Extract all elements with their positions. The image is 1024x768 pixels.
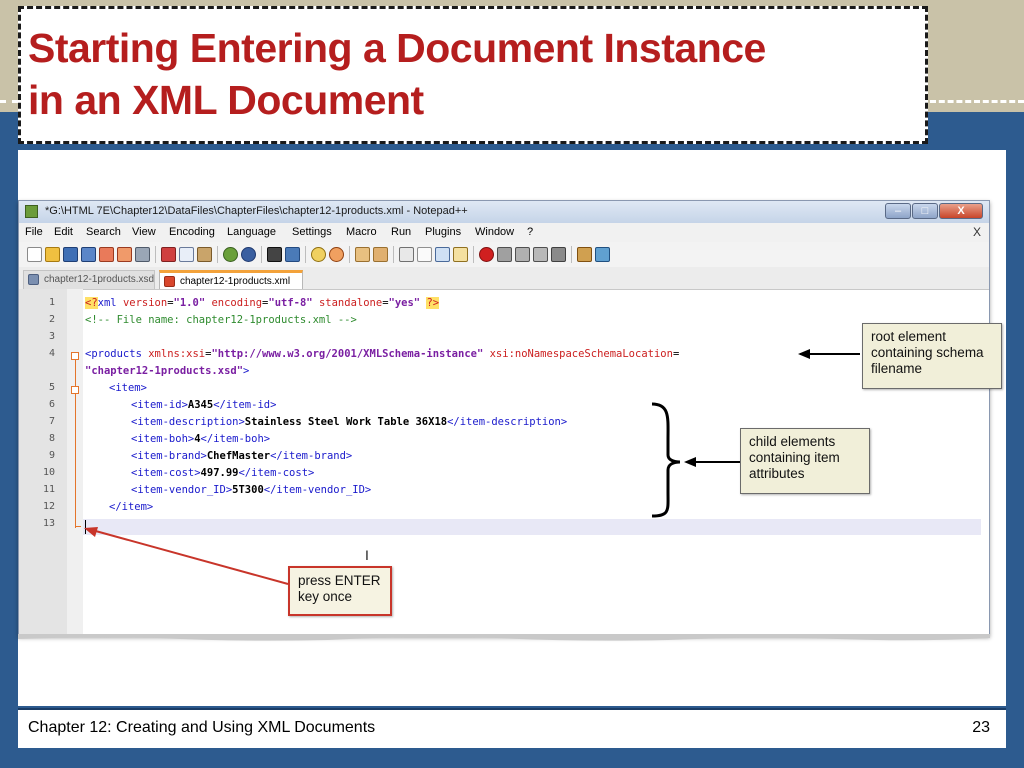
torn-edge-shape bbox=[18, 634, 990, 641]
callout-enter-text: press ENTER key once bbox=[298, 573, 381, 604]
callout-child-text: child elements containing item attribute… bbox=[749, 434, 840, 481]
slide-footer: Chapter 12: Creating and Using XML Docum… bbox=[18, 708, 1006, 748]
root-arrow-head bbox=[798, 349, 810, 359]
enter-arrow-head bbox=[84, 527, 98, 537]
callout-root-element: root element containing schema filename bbox=[862, 323, 1002, 389]
torn-edge bbox=[18, 634, 990, 641]
child-brace bbox=[651, 402, 681, 518]
child-arrow-head bbox=[684, 457, 696, 467]
callout-child-elements: child elements containing item attribute… bbox=[740, 428, 870, 494]
footer-chapter-title: Chapter 12: Creating and Using XML Docum… bbox=[28, 719, 376, 736]
callout-press-enter: press ENTER key once bbox=[288, 566, 392, 616]
page-number: 23 bbox=[972, 719, 990, 736]
enter-arrow bbox=[91, 529, 289, 585]
callout-root-text: root element containing schema filename bbox=[871, 329, 984, 376]
